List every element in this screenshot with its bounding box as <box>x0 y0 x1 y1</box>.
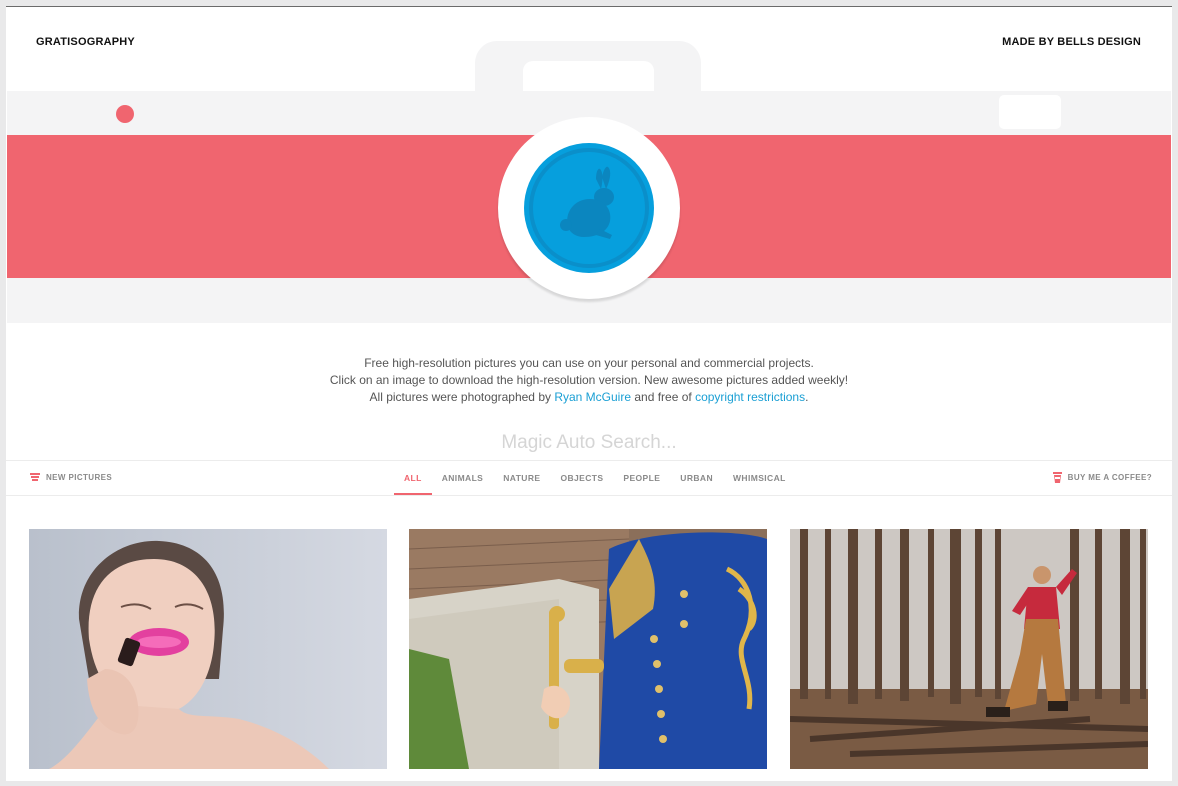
tab-urban[interactable]: URBAN <box>670 461 723 495</box>
stack-icon <box>30 473 40 481</box>
intro-line-3: All pictures were photographed by Ryan M… <box>6 389 1172 406</box>
rabbit-icon <box>529 148 649 268</box>
intro-line-3-prefix: All pictures were photographed by <box>369 390 555 404</box>
intro-line-3-suffix: . <box>805 390 809 404</box>
intro-text: Free high-resolution pictures you can us… <box>6 355 1172 406</box>
photo-grid <box>29 529 1149 769</box>
photo-image <box>29 529 387 769</box>
tab-whimsical[interactable]: WHIMSICAL <box>723 461 796 495</box>
cup-icon <box>1052 472 1062 483</box>
browser-page: GRATISOGRAPHY MADE BY BELLS DESIGN Free … <box>6 6 1172 781</box>
site-logo[interactable]: GRATISOGRAPHY <box>36 36 135 48</box>
author-link[interactable]: Ryan McGuire <box>554 390 631 404</box>
tab-people[interactable]: PEOPLE <box>613 461 670 495</box>
tab-objects[interactable]: OBJECTS <box>550 461 613 495</box>
category-nav: NEW PICTURES ALL ANIMALS NATURE OBJECTS … <box>6 460 1172 496</box>
intro-line-3-middle: and free of <box>631 390 696 404</box>
tab-animals[interactable]: ANIMALS <box>432 461 494 495</box>
camera-light <box>116 105 134 123</box>
photo-image <box>790 529 1148 769</box>
camera-lens[interactable] <box>524 143 654 273</box>
credit-link[interactable]: MADE BY BELLS DESIGN <box>1002 36 1141 48</box>
intro-line-2: Click on an image to download the high-r… <box>329 373 849 387</box>
copyright-link[interactable]: copyright restrictions <box>695 390 805 404</box>
new-pictures-label: NEW PICTURES <box>46 472 113 482</box>
photo-image <box>409 529 767 769</box>
new-pictures-link[interactable]: NEW PICTURES <box>30 472 112 482</box>
tab-nature[interactable]: NATURE <box>493 461 550 495</box>
photo-band-uniform[interactable] <box>409 529 767 769</box>
buy-coffee-link[interactable]: BUY ME A COFFEE? <box>1052 472 1152 483</box>
search-input[interactable] <box>389 432 789 454</box>
photo-forest-woman[interactable] <box>790 529 1148 769</box>
tab-all[interactable]: ALL <box>394 461 432 495</box>
buy-coffee-label: BUY ME A COFFEE? <box>1067 473 1152 482</box>
top-bar: GRATISOGRAPHY MADE BY BELLS DESIGN <box>6 7 1172 77</box>
category-tabs: ALL ANIMALS NATURE OBJECTS PEOPLE URBAN … <box>394 461 796 495</box>
photo-lipstick-woman[interactable] <box>29 529 387 769</box>
intro-line-1: Free high-resolution pictures you can us… <box>364 356 814 370</box>
camera-flash <box>999 95 1061 129</box>
